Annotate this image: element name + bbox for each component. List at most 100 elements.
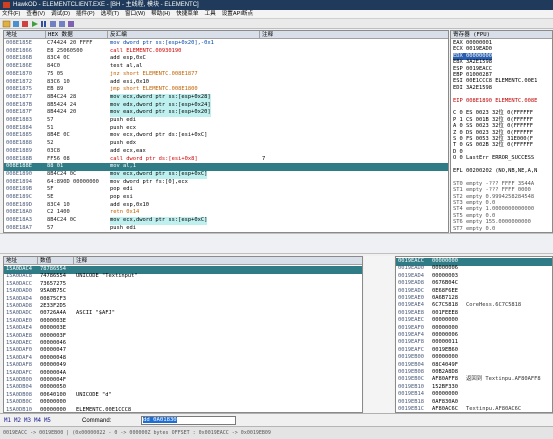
menu-item[interactable]: 插件(P) bbox=[76, 11, 95, 17]
app-icon bbox=[3, 1, 10, 8]
memory-tab[interactable]: M1 bbox=[4, 418, 11, 424]
memory-dump-pane[interactable]: 地址 数值 注释 15A0DAC4 78786554 15A0DAC8 7478655… bbox=[3, 256, 363, 413]
memory-tab[interactable]: M2 bbox=[14, 418, 21, 424]
stack-comment: Textinpu.AF80AC6C bbox=[466, 406, 522, 412]
disasm-row[interactable]: 008E1890 8B4C24 0C mov ecx,dword ptr ss:[e… bbox=[4, 170, 448, 179]
disasm-address: 008E187B bbox=[6, 101, 32, 108]
pause-icon bbox=[41, 21, 43, 27]
command-label: Command: bbox=[82, 418, 112, 424]
step-into-icon bbox=[50, 21, 56, 27]
disasm-instruction: retn 0x14 bbox=[110, 209, 140, 216]
disasm-row[interactable]: 008E1870 75 05 jnz short ELEMENTC.008E1877 bbox=[4, 71, 448, 79]
menu-item[interactable]: 窗口(W) bbox=[125, 11, 145, 17]
memory-tab[interactable]: M4 bbox=[34, 418, 41, 424]
disasm-row[interactable]: 008E185E C74424 20 FFFF mov dword ptr ss:[… bbox=[4, 40, 448, 48]
disasm-row[interactable]: 008E189C 5E pop esi bbox=[4, 194, 448, 202]
pane-divider[interactable] bbox=[0, 233, 553, 254]
disasm-address: 008E186B bbox=[6, 55, 32, 62]
disasm-row[interactable]: 008E1894 64:890D 00000000 mov dword ptr fs… bbox=[4, 179, 448, 187]
stack-pane[interactable]: 0019EACC 00000000 0019EAD0 00000006 0019EAD4… bbox=[395, 256, 553, 413]
disasm-instruction: jmp short ELEMENTC.008E1800 bbox=[110, 86, 198, 93]
menu-item[interactable]: 选项(T) bbox=[101, 11, 119, 17]
disasm-address: 008E1883 bbox=[6, 117, 32, 123]
splitter[interactable] bbox=[364, 256, 394, 413]
disasm-row[interactable]: 008E1889 03C8 add ecx,eax bbox=[4, 147, 448, 156]
disasm-row[interactable]: 008E188E 88 01 mov al,1 bbox=[4, 163, 448, 171]
dump-col-value[interactable]: 数值 bbox=[38, 257, 74, 265]
disasm-instruction: pop edi bbox=[110, 186, 133, 193]
disasm-hex: 5F bbox=[47, 186, 54, 193]
dump-col-comment[interactable]: 注释 bbox=[74, 257, 362, 265]
register-line[interactable]: O 0 LastErr ERROR_SUCCESS bbox=[453, 155, 534, 163]
register-line[interactable]: EIP 008E1890 ELEMENTC.008E bbox=[453, 98, 537, 106]
disasm-row[interactable]: 008E189D 83C4 10 add esp,0x10 bbox=[4, 202, 448, 210]
disasm-row[interactable]: 008E188B FF56 08 call dword ptr ds:[esi+0x… bbox=[4, 155, 448, 164]
stack-address: 0019EB1C bbox=[398, 406, 424, 412]
dump-col-address[interactable]: 地址 bbox=[4, 257, 38, 265]
command-bar: M1 M2 M3 M4 M5 Command: dd 0A01830 bbox=[0, 413, 553, 426]
menu-item[interactable]: 查看(V) bbox=[26, 11, 45, 17]
disasm-row[interactable]: 008E187F 8B4424 20 mov eax,dword ptr ss:[e… bbox=[4, 109, 448, 117]
disasm-hex: 5E bbox=[47, 194, 54, 200]
disasm-row[interactable]: 008E187B 8B5424 24 mov edx,dword ptr ss:[e… bbox=[4, 101, 448, 110]
registers-pane[interactable]: 寄存器 (FPU) EAX 00000001 ECX 0019EAD0 EDX 00… bbox=[450, 30, 553, 233]
disasm-row[interactable]: 008E1884 51 push ecx bbox=[4, 125, 448, 133]
menu-item[interactable]: 文件(F) bbox=[2, 11, 20, 17]
disasm-row[interactable]: 008E1888 52 push edx bbox=[4, 140, 448, 148]
menu-bar: 文件(F) 查看(V) 调试(D) 插件(P) 选项(T) 窗口(W) 帮助(H) 快捷菜单 工… bbox=[0, 10, 553, 19]
disassembly-pane[interactable]: 地址 HEX 数据 反汇编 注释 008E185E C74424 20 FFFF m… bbox=[3, 30, 449, 233]
registers-header: 寄存器 (FPU) bbox=[451, 31, 552, 39]
disasm-row[interactable]: 008E1866 E8 25060500 call ELEMENTC.0093019… bbox=[4, 48, 448, 56]
disasm-row[interactable]: 008E1885 8B4E 0C mov ecx,dword ptr ds:[esi… bbox=[4, 132, 448, 140]
menu-item[interactable]: 快捷菜单 bbox=[176, 11, 198, 17]
register-line[interactable]: T 0 GS 002B 32位 0(FFFFFF bbox=[453, 142, 533, 150]
menu-item[interactable]: 帮助(H) bbox=[151, 11, 170, 17]
register-line[interactable]: ST7 empty 0.0 bbox=[453, 226, 495, 232]
memory-tab[interactable]: M5 bbox=[44, 418, 51, 424]
disasm-hex: 88 01 bbox=[47, 163, 64, 170]
disasm-row[interactable]: 008E18A3 8B4C24 0C mov ecx,dword ptr ss:[e… bbox=[4, 217, 448, 225]
disasm-row[interactable]: 008E186B 83C4 0C add esp,0xC bbox=[4, 55, 448, 63]
col-header-comment[interactable]: 注释 bbox=[260, 31, 448, 39]
disasm-row[interactable]: 008E18A7 57 push edi bbox=[4, 224, 448, 232]
col-header-address[interactable]: 地址 bbox=[4, 31, 46, 39]
col-header-hex[interactable]: HEX 数据 bbox=[46, 31, 108, 39]
disasm-instruction: push edi bbox=[110, 224, 136, 231]
disasm-row[interactable]: 008E1877 8B4C24 28 mov ecx,dword ptr ss:[e… bbox=[4, 93, 448, 102]
disasm-hex: 03C8 bbox=[47, 147, 60, 154]
disasm-hex: C74424 20 FFFF bbox=[47, 40, 93, 46]
disasm-hex: 8B5424 24 bbox=[47, 101, 77, 108]
disasm-instruction: mov dword ptr ss:[esp+0x20],-0x1 bbox=[110, 40, 214, 46]
disasm-comment: 7 bbox=[262, 155, 266, 162]
disasm-instruction: mov ecx,dword ptr ss:[esp+0xC] bbox=[110, 217, 208, 225]
disasm-hex: 84C0 bbox=[47, 63, 60, 70]
disasm-row[interactable]: 008E186E 84C0 test al,al bbox=[4, 63, 448, 71]
menu-item[interactable]: 工具 bbox=[205, 11, 216, 17]
disasm-address: 008E18A3 bbox=[6, 217, 32, 224]
disasm-address: 008E1890 bbox=[6, 170, 32, 177]
open-icon bbox=[2, 20, 11, 28]
disasm-row[interactable]: 008E18A0 C2 1400 retn 0x14 bbox=[4, 209, 448, 217]
disasm-hex: FF56 08 bbox=[47, 155, 70, 162]
stack-row[interactable]: 0019EB1C AF80AC6C Textinpu.AF80AC6C bbox=[396, 406, 552, 412]
menu-item[interactable]: 设置API断点 bbox=[222, 11, 253, 17]
disasm-hex: 83C6 10 bbox=[47, 78, 70, 85]
disasm-address: 008E188E bbox=[6, 163, 32, 170]
register-line[interactable]: EFL 00200202 (NO,NB,NE,A,N bbox=[453, 168, 537, 176]
col-header-disasm[interactable]: 反汇编 bbox=[108, 31, 260, 39]
register-line[interactable]: EDI 3A2E1598 bbox=[453, 85, 492, 93]
disasm-instruction: push edi bbox=[110, 117, 136, 123]
disasm-hex: 83C4 0C bbox=[47, 55, 70, 62]
memory-tab[interactable]: M3 bbox=[24, 418, 31, 424]
disasm-row[interactable]: 008E189B 5F pop edi bbox=[4, 186, 448, 194]
disasm-hex: 57 bbox=[47, 117, 54, 123]
status-bar: 0019EACC -> 0019EB00 | (0x00000022 - 0 -… bbox=[0, 426, 553, 439]
command-input[interactable]: dd 0A01830 bbox=[141, 416, 236, 425]
disasm-address: 008E185E bbox=[6, 40, 32, 46]
disasm-row[interactable]: 008E1883 57 push edi bbox=[4, 117, 448, 125]
disasm-address: 008E188B bbox=[6, 155, 32, 162]
disasm-row[interactable]: 008E1875 EB 89 jmp short ELEMENTC.008E1800 bbox=[4, 86, 448, 94]
command-input-value[interactable]: dd 0A01830 bbox=[143, 417, 177, 423]
disasm-row[interactable]: 008E1872 83C6 10 add esi,0x10 bbox=[4, 78, 448, 87]
menu-item[interactable]: 调试(D) bbox=[51, 11, 70, 17]
